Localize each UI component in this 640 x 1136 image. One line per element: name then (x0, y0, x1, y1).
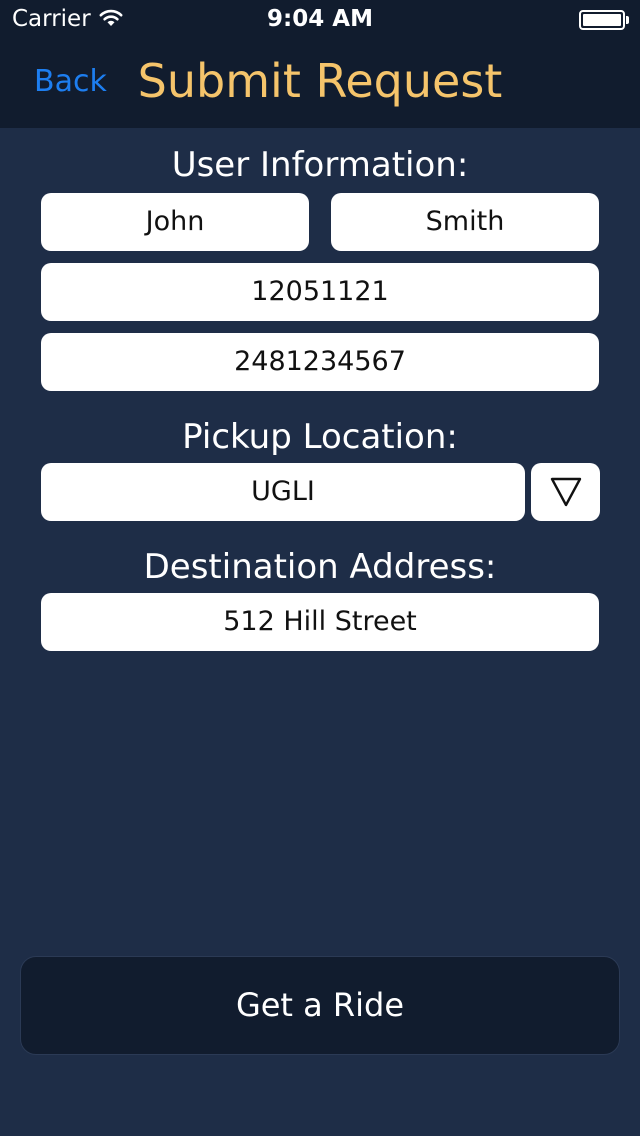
navigation-bar: Carrier 9:04 AM Back Submit Request (0, 0, 640, 128)
battery-level (583, 14, 621, 26)
pickup-location-field[interactable]: UGLI (41, 463, 525, 521)
first-name-field[interactable]: John (41, 193, 309, 251)
get-ride-button[interactable]: Get a Ride (20, 956, 620, 1055)
status-time: 9:04 AM (267, 6, 373, 32)
user-info-heading: User Information: (171, 145, 469, 185)
page-title: Submit Request (137, 54, 503, 108)
destination-address-field[interactable]: 512 Hill Street (41, 593, 599, 651)
status-bar: Carrier 9:04 AM (0, 0, 640, 40)
pickup-heading: Pickup Location: (182, 417, 458, 457)
battery-icon (579, 10, 625, 30)
last-name-field[interactable]: Smith (331, 193, 599, 251)
triangle-down-icon (550, 477, 581, 507)
pickup-dropdown-button[interactable] (531, 463, 600, 521)
id-number-field[interactable]: 12051121 (41, 263, 599, 321)
destination-heading: Destination Address: (143, 547, 497, 587)
battery-tip (626, 16, 629, 24)
phone-field[interactable]: 2481234567 (41, 333, 599, 391)
